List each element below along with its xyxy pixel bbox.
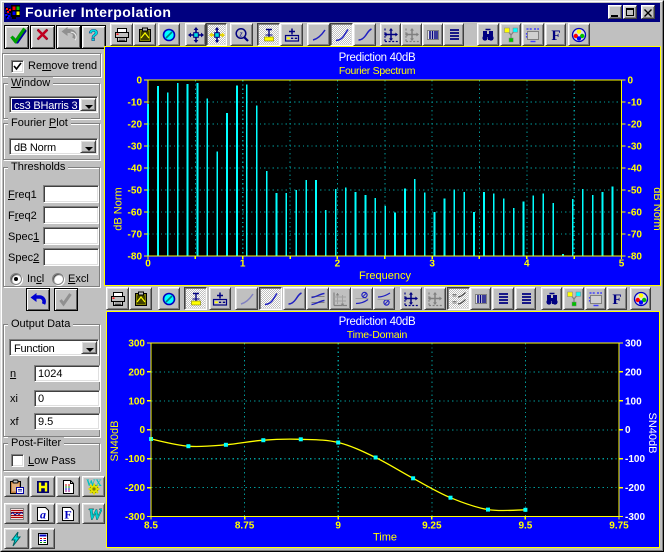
svg-text:Prediction 40dB: Prediction 40dB (339, 316, 416, 328)
svg-text:-70: -70 (628, 230, 643, 241)
svg-text:300: 300 (128, 339, 145, 350)
svg-text:-60: -60 (128, 208, 143, 219)
svg-text:-60: -60 (628, 208, 643, 219)
svg-text:-50: -50 (128, 186, 143, 197)
svg-text:9: 9 (335, 521, 341, 532)
svg-text:-10: -10 (128, 98, 143, 109)
svg-text:1: 1 (240, 259, 246, 270)
svg-text:Time: Time (373, 532, 397, 544)
svg-text:0: 0 (628, 76, 634, 87)
svg-text:100: 100 (625, 396, 642, 407)
svg-text:-40: -40 (128, 164, 143, 175)
svg-text:200: 200 (625, 367, 642, 378)
svg-text:-100: -100 (625, 454, 645, 465)
svg-text:WX: WX (86, 479, 102, 488)
svg-text:8.5: 8.5 (144, 521, 158, 532)
svg-text:Time-Domain: Time-Domain (347, 329, 408, 341)
svg-text:-300: -300 (125, 512, 145, 523)
svg-text:0: 0 (139, 425, 145, 436)
svg-text:Fourier Spectrum: Fourier Spectrum (339, 65, 416, 77)
svg-text:-20: -20 (128, 120, 143, 131)
svg-text:2: 2 (335, 259, 341, 270)
svg-text:4: 4 (524, 259, 530, 270)
svg-text:9.25: 9.25 (422, 521, 442, 532)
svg-text:SN40dB: SN40dB (109, 421, 121, 462)
svg-text:-10: -10 (628, 98, 643, 109)
svg-text:-200: -200 (125, 483, 145, 494)
svg-text:3: 3 (429, 259, 435, 270)
svg-text:Prediction 40dB: Prediction 40dB (339, 52, 416, 64)
svg-text:W: W (87, 506, 101, 522)
svg-text:?: ? (88, 28, 98, 44)
svg-text:-30: -30 (628, 142, 643, 153)
svg-text:9.5: 9.5 (518, 521, 532, 532)
svg-text:F: F (64, 507, 71, 521)
svg-text:200: 200 (128, 367, 145, 378)
svg-text:-50: -50 (628, 186, 643, 197)
svg-text:-40: -40 (628, 164, 643, 175)
svg-text:9.75: 9.75 (609, 521, 629, 532)
svg-text:a: a (40, 507, 46, 521)
svg-text:0: 0 (625, 425, 631, 436)
svg-text:F: F (551, 28, 560, 43)
svg-text:0: 0 (145, 259, 151, 270)
svg-text:300: 300 (625, 339, 642, 350)
svg-text:-100: -100 (125, 454, 145, 465)
svg-text:SN40dB: SN40dB (646, 413, 658, 454)
svg-text:100: 100 (128, 396, 145, 407)
svg-text:Frequency: Frequency (359, 270, 411, 282)
svg-text:dB Norm: dB Norm (113, 187, 125, 230)
svg-text:0: 0 (136, 76, 142, 87)
svg-text:-30: -30 (128, 142, 143, 153)
svg-text:5: 5 (619, 259, 625, 270)
svg-text:-70: -70 (128, 230, 143, 241)
svg-text:-20: -20 (628, 120, 643, 131)
svg-text:F: F (612, 292, 621, 307)
svg-text:dB Norm: dB Norm (651, 187, 662, 230)
svg-text:8.75: 8.75 (235, 521, 255, 532)
svg-text:-80: -80 (128, 252, 143, 263)
svg-text:-80: -80 (628, 252, 643, 263)
svg-text:z: z (238, 29, 243, 38)
svg-text:-200: -200 (625, 483, 645, 494)
